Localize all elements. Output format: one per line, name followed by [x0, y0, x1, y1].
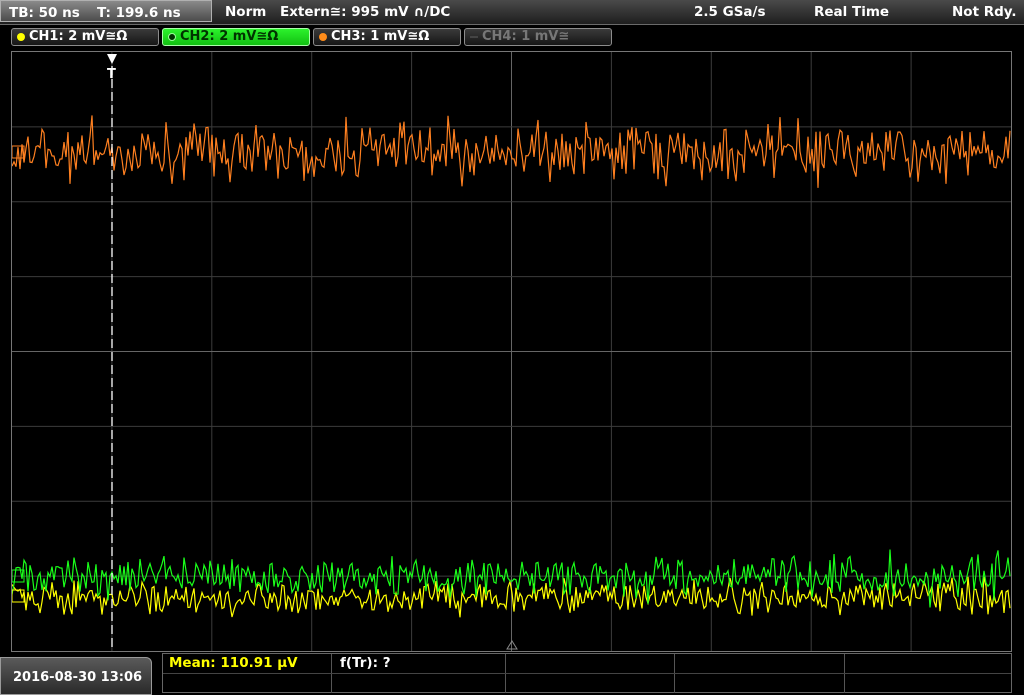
channel-tab-ch1[interactable]: CH1: 2 mV≅Ω [11, 28, 159, 46]
channel-tab-ch2[interactable]: CH2: 2 mV≅Ω [162, 28, 310, 46]
measurement-table[interactable]: Mean: 110.91 µV f(Tr): ? [162, 653, 1012, 693]
measurement-cell-empty[interactable] [845, 654, 1011, 673]
channel-tab-ch4[interactable]: CH4: 1 mV≅ [464, 28, 612, 46]
measurement-ftr: f(Tr): ? [340, 655, 391, 671]
ch3-label: CH3: 1 mV≅Ω [331, 29, 430, 44]
datetime: 2016-08-30 13:06 [13, 670, 143, 685]
measurement-cell-empty[interactable] [506, 654, 675, 673]
channel-tab-ch3[interactable]: CH3: 1 mV≅Ω [313, 28, 461, 46]
trigger-mode[interactable]: Norm [225, 4, 266, 20]
ch2-label: CH2: 2 mV≅Ω [180, 29, 279, 44]
ch3-indicator-icon [319, 33, 327, 41]
datetime-box: 2016-08-30 13:06 [0, 657, 152, 695]
timebase-label[interactable]: TB: 50 ns [9, 5, 80, 21]
bottom-bar: 2016-08-30 13:06 Mean: 110.91 µV f(Tr): … [0, 653, 1024, 695]
trigger-position-marker-icon[interactable] [107, 54, 117, 64]
ch4-indicator-icon [470, 36, 478, 38]
waveform-canvas: T [12, 52, 1011, 651]
channel-bar: CH1: 2 mV≅Ω CH2: 2 mV≅Ω CH3: 1 mV≅Ω CH4:… [0, 25, 1024, 49]
graticule [12, 52, 1011, 651]
acquisition-mode[interactable]: Real Time [814, 4, 889, 20]
measurement-mean: Mean: 110.91 µV [169, 655, 298, 671]
sample-rate: 2.5 GSa/s [694, 4, 766, 20]
ch2-indicator-icon [168, 33, 176, 41]
trigger-position-label[interactable]: T: 199.6 ns [97, 5, 181, 21]
trigger-source[interactable]: Extern≅: 995 mV ∩/DC [280, 4, 450, 20]
measurement-cell-ftr[interactable]: f(Tr): ? [332, 654, 506, 673]
timebase-box[interactable]: TB: 50 ns T: 199.6 ns [0, 0, 212, 22]
status-bar: TB: 50 ns T: 199.6 ns Norm Extern≅: 995 … [0, 0, 1024, 25]
waveform-display[interactable]: T [11, 51, 1012, 652]
status-text: Not Rdy. [952, 4, 1017, 20]
ch1-label: CH1: 2 mV≅Ω [29, 29, 128, 44]
ch1-indicator-icon [17, 33, 25, 41]
trigger-marker-label: T [107, 67, 116, 82]
measurement-cell-mean[interactable]: Mean: 110.91 µV [163, 654, 332, 673]
ch4-label: CH4: 1 mV≅ [482, 29, 570, 44]
measurement-cell-empty[interactable] [675, 654, 845, 673]
